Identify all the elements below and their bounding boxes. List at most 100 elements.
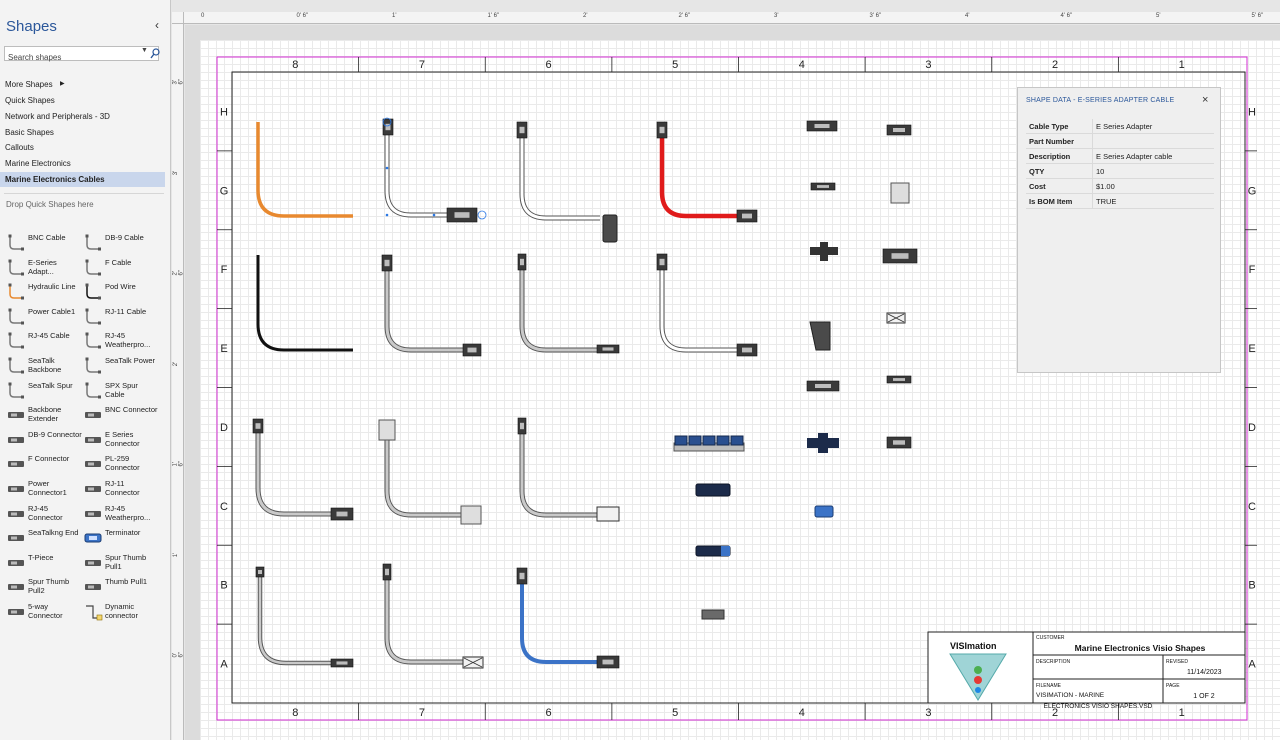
stencil-master-hydraulic-line[interactable]: Hydraulic Line bbox=[3, 280, 81, 304]
stencil-master-spur-thumb-pull2[interactable]: Spur Thumb Pull2 bbox=[3, 575, 81, 599]
rj11-cable[interactable] bbox=[258, 572, 345, 665]
db9-cable[interactable] bbox=[385, 431, 465, 517]
stencil-network-3d[interactable]: Network and Peripherals - 3D bbox=[0, 109, 165, 124]
pod-wire-cable[interactable] bbox=[256, 255, 353, 352]
stencil-master-label: SPX Spur Cable bbox=[105, 380, 138, 399]
seatalkng-end[interactable] bbox=[809, 321, 831, 351]
f-cable[interactable] bbox=[385, 575, 465, 664]
spx-spur-connector-end[interactable] bbox=[602, 214, 618, 243]
db9-connector-end[interactable] bbox=[460, 505, 482, 525]
stencil-master-rj-45-weatherpro[interactable]: RJ-45 Weatherpro... bbox=[80, 329, 158, 353]
cable-icon bbox=[85, 357, 101, 374]
shapes-pane-title: Shapes bbox=[6, 18, 57, 35]
stencil-master-power-connector1[interactable]: Power Connector1 bbox=[3, 477, 81, 501]
selection-handle[interactable] bbox=[477, 210, 487, 220]
backbone-extender[interactable] bbox=[695, 483, 731, 497]
stencil-marine-electronics-cables[interactable]: Marine Electronics Cables bbox=[0, 172, 165, 187]
zone-row-label-right: F bbox=[1249, 264, 1256, 276]
stencil-master-t-piece[interactable]: T-Piece bbox=[3, 551, 81, 575]
db9-connector-top[interactable] bbox=[378, 419, 396, 441]
stencil-master-f-cable[interactable]: F Cable bbox=[80, 256, 158, 280]
stencil-master-seatalk-power[interactable]: SeaTalk Power bbox=[80, 354, 158, 378]
rj45-weatherproof-cable[interactable] bbox=[256, 427, 345, 516]
seatalk-backbone-cable[interactable] bbox=[520, 583, 605, 664]
stencil-quick-shapes[interactable]: Quick Shapes bbox=[0, 93, 165, 108]
stencil-master-5-way-connector[interactable]: 5-way Connector bbox=[3, 600, 81, 624]
stencil-master-rj-45-weatherpro[interactable]: RJ-45 Weatherpro... bbox=[80, 502, 158, 526]
more-shapes-menu[interactable]: More Shapes ▶ bbox=[0, 77, 165, 92]
stencil-master-pl-259-connector[interactable]: PL-259 Connector bbox=[80, 452, 158, 476]
five-way-port bbox=[730, 435, 744, 446]
shape-data-value[interactable]: $1.00 bbox=[1092, 179, 1214, 193]
spx-spur-cable[interactable] bbox=[520, 135, 600, 220]
t-piece[interactable] bbox=[810, 242, 838, 261]
rj45-cable[interactable] bbox=[520, 265, 605, 352]
zone-row-label-left: C bbox=[220, 501, 228, 513]
connector-icon bbox=[85, 486, 101, 492]
stencil-master-f-connector[interactable]: F Connector bbox=[3, 452, 81, 476]
ruler-top[interactable]: 0 0' 6" 1' 1' 6" 2' 2' 6" 3' 3' 6" 4' 4' 6" 5' 5' 6… bbox=[184, 12, 1280, 24]
close-icon[interactable]: × bbox=[1202, 94, 1208, 106]
stencil-master-power-cable1[interactable]: Power Cable1 bbox=[3, 305, 81, 329]
stencil-master-rj-11-cable[interactable]: RJ-11 Cable bbox=[80, 305, 158, 329]
connector-icon bbox=[8, 510, 24, 517]
rj45-weatherproof-connector-detail bbox=[891, 253, 909, 259]
shape-data-value[interactable]: E Series Adapter bbox=[1092, 119, 1214, 133]
bnc-cable[interactable] bbox=[385, 265, 465, 352]
search-shapes-input[interactable] bbox=[5, 51, 133, 64]
stencil-master-rj-11-connector[interactable]: RJ-11 Connector bbox=[80, 477, 158, 501]
stencil-master-thumb-pull1[interactable]: Thumb Pull1 bbox=[80, 575, 158, 599]
search-dropdown-icon[interactable]: ▼ bbox=[141, 47, 148, 54]
terminator[interactable] bbox=[814, 505, 834, 518]
thumb-pull1[interactable] bbox=[701, 609, 725, 620]
hydraulic-line-cable[interactable] bbox=[256, 122, 353, 218]
stencil-master-label: BNC Connector bbox=[105, 405, 158, 415]
stencil-master-bnc-cable[interactable]: BNC Cable bbox=[3, 231, 81, 255]
stencil-master-rj-45-connector[interactable]: RJ-45 Connector bbox=[3, 502, 81, 526]
e-series-adapter-cable[interactable] bbox=[385, 129, 465, 217]
zone-column-label-top: 4 bbox=[799, 59, 805, 71]
shape-data-window[interactable]: SHAPE DATA - E-SERIES ADAPTER CABLE × Ca… bbox=[1017, 87, 1221, 373]
stencil-master-rj-45-cable[interactable]: RJ-45 Cable bbox=[3, 329, 81, 353]
stencil-callouts[interactable]: Callouts bbox=[0, 140, 165, 155]
stencil-master-db-9-connector[interactable]: DB-9 Connector bbox=[3, 428, 82, 452]
seatalk-spur-cable[interactable] bbox=[660, 265, 745, 352]
seatalk-power-cable[interactable] bbox=[659, 135, 745, 219]
shape-data-value[interactable]: TRUE bbox=[1092, 194, 1214, 208]
db9-connector[interactable] bbox=[890, 182, 910, 204]
stencil-basic-shapes[interactable]: Basic Shapes bbox=[0, 125, 165, 140]
search-icon[interactable] bbox=[150, 48, 160, 59]
power-cable1[interactable] bbox=[520, 429, 605, 517]
connector-icon bbox=[8, 584, 24, 591]
selection-handle[interactable] bbox=[385, 166, 389, 170]
collapse-pane-button[interactable]: ‹ bbox=[155, 18, 159, 32]
power-connector-end[interactable] bbox=[596, 506, 620, 522]
stencil-master-terminator[interactable]: Terminator bbox=[80, 526, 158, 550]
shape-data-value[interactable] bbox=[1092, 134, 1214, 148]
search-shapes-box[interactable]: ▼ bbox=[4, 46, 160, 64]
stencil-master-seatalk-backbone[interactable]: SeaTalk Backbone bbox=[3, 354, 81, 378]
shape-data-value[interactable]: E Series Adapter cable bbox=[1092, 149, 1214, 163]
stencil-master-db-9-cable[interactable]: DB-9 Cable bbox=[80, 231, 158, 255]
seatalk-spur-connector-end-detail bbox=[742, 347, 752, 353]
ruler-left[interactable]: 3' 6" 3' 2' 6" 2' 1' 6" 1' 0' 6" bbox=[172, 24, 185, 740]
stencil-master-dynamic-connector[interactable]: Dynamic connector bbox=[80, 600, 158, 624]
shape-data-value[interactable]: 10 bbox=[1092, 164, 1214, 178]
stencil-master-label: SeaTalk Backbone bbox=[28, 356, 62, 374]
selection-handle[interactable] bbox=[385, 213, 389, 217]
selection-handle[interactable] bbox=[432, 213, 436, 217]
zone-column-label-bottom: 7 bbox=[419, 707, 425, 719]
stencil-master-seatalkng-end[interactable]: SeaTalkng End bbox=[3, 526, 81, 550]
stencil-master-backbone-extender[interactable]: Backbone Extender bbox=[3, 403, 81, 427]
stencil-master-label: E Series Connector bbox=[105, 429, 140, 448]
t-piece-blue[interactable] bbox=[807, 433, 839, 453]
logo-dot-red bbox=[974, 676, 982, 684]
stencil-marine-electronics[interactable]: Marine Electronics bbox=[0, 156, 165, 171]
stencil-master-spur-thumb-pull1[interactable]: Spur Thumb Pull1 bbox=[80, 551, 158, 575]
stencil-master-bnc-connector[interactable]: BNC Connector bbox=[80, 403, 158, 427]
stencil-master-seatalk-spur[interactable]: SeaTalk Spur bbox=[3, 379, 81, 403]
stencil-master-pod-wire[interactable]: Pod Wire bbox=[80, 280, 158, 304]
stencil-master-e-series-connector[interactable]: E Series Connector bbox=[80, 428, 158, 452]
stencil-master-e-series-adapt[interactable]: E-Series Adapt... bbox=[3, 256, 81, 280]
stencil-master-spx-spur-cable[interactable]: SPX Spur Cable bbox=[80, 379, 158, 403]
